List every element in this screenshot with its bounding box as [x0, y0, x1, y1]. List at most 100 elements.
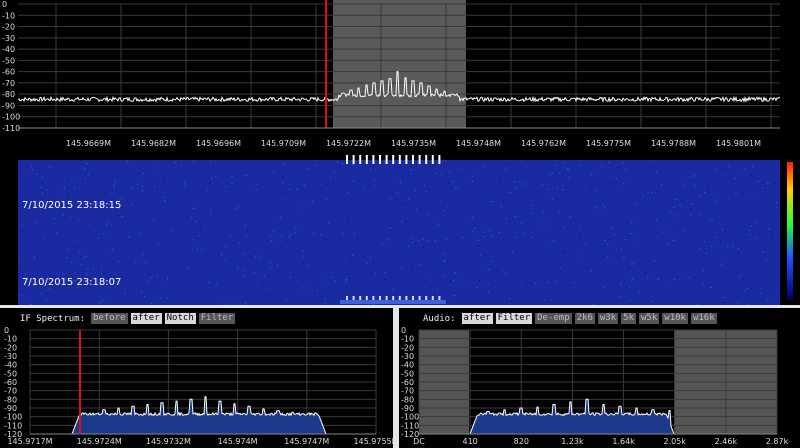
audio-5k-button[interactable]: 5k: [621, 313, 637, 324]
waterfall-noise: [261, 281, 263, 283]
waterfall-noise: [193, 161, 195, 163]
waterfall-noise: [325, 198, 327, 200]
waterfall-noise: [431, 278, 434, 280]
waterfall-noise: [406, 203, 408, 205]
x-tick-label: 145.9755M: [353, 437, 393, 446]
waterfall-noise: [76, 246, 78, 248]
main-spectrum-plot[interactable]: 0 -10 -20 -30 -40 -50 -60 -70 -80 -90 -100 -110 145.…: [0, 0, 800, 152]
waterfall-noise: [621, 231, 623, 233]
waterfall-noise: [552, 182, 554, 184]
if-before-button[interactable]: before: [91, 313, 128, 324]
if-filter-button[interactable]: Filter: [198, 313, 236, 324]
waterfall-signal-top: [425, 155, 428, 164]
audio-w3k-button[interactable]: w3k: [597, 313, 619, 324]
waterfall-noise: [687, 177, 689, 179]
audio-2k6-button[interactable]: 2k6: [574, 313, 595, 324]
waterfall-noise: [771, 274, 773, 276]
waterfall-noise: [211, 177, 213, 179]
waterfall-noise: [656, 190, 659, 192]
waterfall-noise: [200, 226, 202, 228]
waterfall-noise: [307, 264, 309, 266]
waterfall-noise: [586, 262, 588, 264]
audio-spectrum-panel[interactable]: 0 -10 -20 -30 -40 -50 -60 -70 -80 -90 -100 -110 -120…: [399, 308, 800, 448]
audio-w10k-button[interactable]: w10k: [662, 313, 688, 324]
waterfall-noise: [699, 248, 701, 250]
waterfall-noise: [607, 256, 609, 258]
waterfall-noise: [263, 276, 265, 278]
waterfall-noise: [651, 166, 653, 168]
waterfall-noise: [210, 210, 212, 212]
waterfall-noise: [373, 185, 375, 187]
waterfall-noise: [68, 249, 70, 250]
if-after-button[interactable]: after: [130, 313, 162, 324]
waterfall-noise: [379, 225, 381, 227]
waterfall-noise: [748, 230, 750, 232]
waterfall-noise: [512, 242, 514, 243]
waterfall-noise: [134, 261, 137, 263]
waterfall-noise: [615, 178, 617, 180]
audio-filter-button[interactable]: Filter: [495, 313, 533, 324]
waterfall-noise: [105, 192, 107, 194]
waterfall-noise: [642, 195, 645, 197]
waterfall-noise: [100, 171, 102, 172]
waterfall-noise: [551, 271, 553, 273]
waterfall-noise: [79, 160, 81, 162]
waterfall-noise: [669, 210, 671, 212]
waterfall-noise: [761, 288, 763, 290]
waterfall-noise: [774, 183, 776, 185]
waterfall-noise: [759, 229, 761, 231]
waterfall-noise: [496, 270, 498, 272]
waterfall-noise: [372, 165, 374, 167]
waterfall-noise: [436, 289, 439, 291]
waterfall-noise: [330, 177, 332, 179]
waterfall-panel[interactable]: 7/10/2015 23:18:15 7/10/2015 23:18:07: [0, 152, 800, 308]
waterfall-noise: [135, 203, 137, 204]
audio-toolbar: Audio: after Filter De-emp 2k6 w3k 5k w5…: [423, 313, 717, 324]
waterfall-noise: [341, 163, 343, 165]
main-spectrum-panel[interactable]: 0 -10 -20 -30 -40 -50 -60 -70 -80 -90 -100 -110 145.…: [0, 0, 800, 152]
waterfall-noise: [179, 170, 181, 171]
waterfall-noise: [108, 187, 110, 189]
waterfall-noise: [561, 251, 563, 253]
waterfall-noise: [150, 234, 152, 236]
waterfall-noise: [242, 173, 244, 175]
waterfall-noise: [208, 282, 210, 284]
waterfall-noise: [316, 164, 318, 166]
waterfall-noise: [157, 167, 159, 169]
audio-after-button[interactable]: after: [461, 313, 493, 324]
if-spectrum-panel[interactable]: 0 -10 -20 -30 -40 -50 -60 -70 -80 -90 -100 -110 -120…: [0, 308, 393, 448]
waterfall-noise: [574, 197, 576, 199]
waterfall-noise: [244, 253, 246, 255]
y-tick-label: -100: [4, 413, 22, 422]
if-notch-button[interactable]: Notch: [164, 313, 196, 324]
waterfall-noise: [690, 213, 692, 215]
audio-w5k-button[interactable]: w5k: [639, 313, 660, 324]
waterfall-noise: [555, 281, 557, 283]
x-tick-label: 145.9682M: [131, 139, 176, 148]
waterfall-noise: [729, 263, 731, 265]
waterfall-noise: [336, 161, 339, 163]
waterfall-noise: [389, 229, 391, 231]
waterfall-noise: [531, 253, 533, 255]
waterfall-noise: [350, 198, 352, 200]
audio-deemp-button[interactable]: De-emp: [535, 313, 572, 324]
waterfall-noise: [461, 201, 463, 203]
waterfall-noise: [732, 246, 734, 248]
waterfall-noise: [138, 232, 141, 234]
waterfall-noise: [452, 279, 454, 281]
if-spectrum-plot[interactable]: 0-10-20-30-40-50-60-70-80-90-100-110-120…: [0, 308, 393, 448]
waterfall-noise: [354, 267, 357, 269]
waterfall-noise: [133, 203, 135, 205]
waterfall-noise: [532, 276, 534, 277]
waterfall-noise: [601, 165, 603, 167]
waterfall-noise: [347, 192, 349, 194]
waterfall-noise: [565, 188, 567, 189]
waterfall-noise: [180, 164, 183, 166]
audio-w16k-button[interactable]: w16k: [690, 313, 717, 324]
y-tick-label: -40: [2, 45, 15, 54]
waterfall-noise: [270, 239, 273, 241]
waterfall-noise: [297, 207, 299, 209]
audio-spectrum-plot[interactable]: 0-10-20-30-40-50-60-70-80-90-100-110-120…: [399, 308, 800, 448]
waterfall-noise: [507, 163, 509, 165]
waterfall-noise: [656, 171, 658, 173]
